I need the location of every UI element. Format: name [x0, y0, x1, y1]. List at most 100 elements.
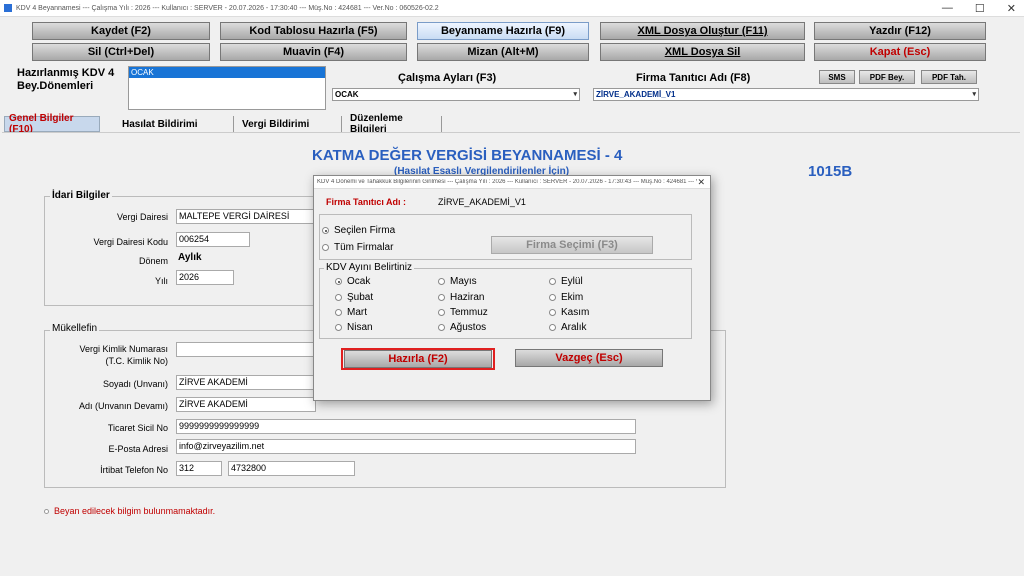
- selected-firm-label: Seçilen Firma: [334, 225, 396, 236]
- month-radio-haziran[interactable]: Haziran: [438, 292, 484, 303]
- muavin-button[interactable]: Muavin (F4): [220, 43, 407, 61]
- maximize-button[interactable]: ☐: [975, 2, 985, 15]
- delete-button-label: Sil (Ctrl+Del): [87, 46, 155, 58]
- xml-create-button[interactable]: XML Dosya Oluştur (F11): [600, 22, 805, 40]
- selected-firm-radio[interactable]: Seçilen Firma: [322, 225, 395, 236]
- radio-off-icon: [335, 294, 342, 301]
- firm-select-button[interactable]: Firma Seçimi (F3): [491, 236, 653, 254]
- month-label: Haziran: [450, 292, 485, 303]
- month-radio-agustos[interactable]: Ağustos: [438, 322, 486, 333]
- month-radio-mart[interactable]: Mart: [335, 307, 367, 318]
- muavin-button-label: Muavin (F4): [282, 46, 345, 58]
- donem-label: Dönem: [138, 256, 168, 266]
- month-label: Şubat: [347, 292, 374, 303]
- vergi-dairesi-field[interactable]: MALTEPE VERGİ DAİRESİ: [176, 209, 326, 224]
- radio-on-icon: [322, 227, 329, 234]
- save-button[interactable]: Kaydet (F2): [32, 22, 210, 40]
- ticaret-field[interactable]: 9999999999999999: [176, 419, 636, 434]
- tab-arrangement[interactable]: Düzenleme Bilgileri: [346, 113, 442, 135]
- tab-revenue[interactable]: Hasılat Bildirimi: [118, 116, 234, 132]
- mizan-button[interactable]: Mizan (Alt+M): [417, 43, 589, 61]
- vergi-dairesi-kodu-field[interactable]: 006254: [176, 232, 250, 247]
- soyadi-field[interactable]: ZİRVE AKADEMİ: [176, 375, 316, 390]
- month-label: Eylül: [561, 276, 583, 287]
- month-radio-mayis[interactable]: Mayıs: [438, 276, 477, 287]
- radio-off-icon: [549, 278, 556, 285]
- month-label: Temmuz: [450, 307, 488, 318]
- mukellef-legend: Mükellefin: [50, 323, 100, 334]
- chevron-down-icon: ▾: [972, 91, 976, 98]
- tel-code-field[interactable]: 312: [176, 461, 222, 476]
- chevron-down-icon: ▾: [573, 91, 577, 98]
- dialog-prepare-button[interactable]: Hazırla (F2): [344, 350, 492, 368]
- tab-tax[interactable]: Vergi Bildirimi: [238, 116, 342, 132]
- month-label: Kasım: [561, 307, 590, 318]
- eposta-label: E-Posta Adresi: [108, 444, 168, 454]
- delete-button[interactable]: Sil (Ctrl+Del): [32, 43, 210, 61]
- radio-off-icon: [438, 294, 445, 301]
- radio-off-icon: [322, 244, 329, 251]
- sms-button[interactable]: SMS: [819, 70, 855, 84]
- work-months-select[interactable]: OCAK ▾: [332, 88, 580, 101]
- minimize-button[interactable]: —: [942, 2, 953, 15]
- firm-select-button-label: Firma Seçimi (F3): [526, 239, 618, 251]
- month-label: Ağustos: [450, 322, 487, 333]
- close-button[interactable]: Kapat (Esc): [814, 43, 986, 61]
- ticaret-label: Ticaret Sicil No: [107, 423, 168, 433]
- month-group: [319, 268, 692, 339]
- radio-off-icon: [335, 309, 342, 316]
- code-table-button-label: Kod Tablosu Hazırla (F5): [249, 25, 378, 37]
- month-label: Mayıs: [450, 276, 477, 287]
- month-label: Ocak: [347, 276, 371, 287]
- save-button-label: Kaydet (F2): [91, 25, 151, 37]
- adi-label: Adı (Unvanın Devamı): [78, 401, 168, 411]
- tab-general-info[interactable]: Genel Bilgiler (F10): [4, 113, 100, 135]
- work-months-label: Çalışma Ayları (F3): [398, 72, 497, 84]
- radio-on-icon: [335, 278, 342, 285]
- all-firms-radio[interactable]: Tüm Firmalar: [322, 242, 393, 253]
- periods-listbox[interactable]: OCAK: [128, 66, 326, 110]
- tel-number-field[interactable]: 4732800: [228, 461, 355, 476]
- mizan-button-label: Mizan (Alt+M): [467, 46, 539, 58]
- vergi-dairesi-label: Vergi Dairesi: [116, 212, 168, 222]
- vkn-field[interactable]: [176, 342, 316, 357]
- work-months-value: OCAK: [335, 90, 359, 99]
- donem-value[interactable]: Aylık: [178, 252, 202, 263]
- pdf-declaration-button[interactable]: PDF Bey.: [859, 70, 915, 84]
- no-declaration-checkbox[interactable]: Beyan edilecek bilgim bulunmamaktadır.: [44, 506, 215, 516]
- periods-label-line1: Hazırlanmış KDV 4: [17, 67, 115, 79]
- dialog-close-icon[interactable]: ✕: [697, 177, 705, 188]
- company-value: ZİRVE_AKADEMİ_V1: [596, 90, 676, 99]
- month-radio-subat[interactable]: Şubat: [335, 292, 373, 303]
- print-button[interactable]: Yazdır (F12): [814, 22, 986, 40]
- xml-delete-button[interactable]: XML Dosya Sil: [600, 43, 805, 61]
- eposta-field[interactable]: info@zirveyazilim.net: [176, 439, 636, 454]
- month-label: Ekim: [561, 292, 584, 303]
- adi-field[interactable]: ZİRVE AKADEMİ: [176, 397, 316, 412]
- code-table-button[interactable]: Kod Tablosu Hazırla (F5): [220, 22, 407, 40]
- pdf-accrual-button[interactable]: PDF Tah.: [921, 70, 977, 84]
- month-label: Mart: [347, 307, 367, 318]
- dialog-titlebar: KDV 4 Dönemi ve Tahakkuk Bilgilerinin Gi…: [314, 176, 710, 189]
- month-radio-nisan[interactable]: Nisan: [335, 322, 373, 333]
- vkn-label-2: (T.C. Kimlik No): [105, 356, 169, 366]
- month-radio-eylul[interactable]: Eylül: [549, 276, 583, 287]
- vergi-dairesi-kodu-label: Vergi Dairesi Kodu: [93, 237, 168, 247]
- prepare-declaration-button[interactable]: Beyanname Hazırla (F9): [417, 22, 589, 40]
- no-declaration-label: Beyan edilecek bilgim bulunmamaktadır.: [54, 506, 216, 516]
- window-titlebar: KDV 4 Beyannamesi --- Çalışma Yılı : 202…: [0, 0, 1024, 17]
- close-window-button[interactable]: ✕: [1007, 2, 1016, 15]
- print-button-label: Yazdır (F12): [869, 25, 931, 37]
- radio-off-icon: [335, 324, 342, 331]
- dialog-cancel-label: Vazgeç (Esc): [555, 352, 623, 364]
- month-radio-temmuz[interactable]: Temmuz: [438, 307, 488, 318]
- yil-field[interactable]: 2026: [176, 270, 234, 285]
- dialog-cancel-button[interactable]: Vazgeç (Esc): [515, 349, 663, 367]
- month-radio-aralik[interactable]: Aralık: [549, 322, 587, 333]
- periods-list-item-selected[interactable]: OCAK: [129, 67, 325, 78]
- month-radio-ocak[interactable]: Ocak: [335, 276, 370, 287]
- month-radio-kasim[interactable]: Kasım: [549, 307, 589, 318]
- month-radio-ekim[interactable]: Ekim: [549, 292, 583, 303]
- app-icon: [4, 4, 12, 12]
- company-select[interactable]: ZİRVE_AKADEMİ_V1 ▾: [593, 88, 979, 101]
